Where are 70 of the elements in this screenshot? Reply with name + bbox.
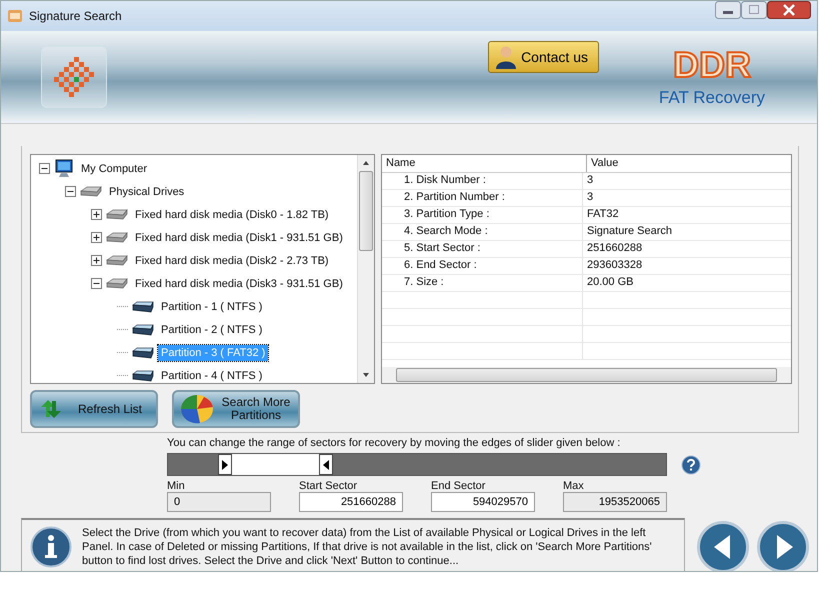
table-cell: 1. Disk Number : <box>382 173 583 189</box>
drive-icon <box>132 324 154 336</box>
expand-icon[interactable] <box>91 232 102 243</box>
close-button[interactable] <box>767 1 811 19</box>
table-cell-text: 20.00 GB <box>586 275 634 290</box>
info-icon <box>30 526 72 568</box>
table-cell-text: FAT32 <box>586 207 620 222</box>
next-button[interactable] <box>757 520 809 571</box>
window-title: Signature Search <box>29 9 123 23</box>
brand-logo-text: DDR <box>673 46 751 84</box>
checkered-logo-icon <box>54 57 94 97</box>
field-label: End Sector <box>431 480 486 492</box>
drive-icon <box>132 346 154 358</box>
hard-drive-icon <box>80 184 102 198</box>
column-header[interactable]: Name <box>382 155 587 172</box>
field-label: Min <box>167 480 186 492</box>
expand-icon[interactable] <box>91 209 102 220</box>
tree-item[interactable]: Partition - 4 ( NTFS ) <box>158 368 266 383</box>
app-icon <box>7 8 23 24</box>
hard-drive-icon <box>106 254 128 268</box>
table-cell-text: Signature Search <box>586 224 673 239</box>
product-name: FAT Recovery <box>658 88 766 108</box>
table-cell-text: 3 <box>586 190 594 205</box>
computer-icon <box>54 158 74 178</box>
sector-field[interactable]: 251660288 <box>299 492 403 512</box>
field-label: Start Sector <box>299 480 358 492</box>
drive-icon <box>132 300 154 312</box>
horizontal-scrollbar[interactable] <box>382 367 791 383</box>
tree-item[interactable]: Partition - 1 ( NTFS ) <box>158 298 266 314</box>
table-cell-text: 293603328 <box>586 258 644 273</box>
range-end-handle[interactable] <box>319 454 334 475</box>
search-more-partitions-button[interactable]: Search More Partitions <box>172 390 300 428</box>
expand-icon[interactable] <box>91 255 102 266</box>
tree-item[interactable]: Physical Drives <box>106 184 188 200</box>
help-text: Select the Drive (from which you want to recover data) from the List of available Physical or Logical Drives in the left Panel. In case of Deleted or missing Partitions, If that drive is not available in the list, click on 'Search More Partitions' button to find lost drives. Select the Drive and click 'Next' Button to continue... <box>82 526 653 568</box>
back-button[interactable] <box>697 520 749 571</box>
person-icon <box>495 45 518 69</box>
hard-drive-icon <box>106 208 128 222</box>
table-cell-text: 251660288 <box>586 241 644 256</box>
table-cell: 4. Search Mode : <box>382 224 583 240</box>
collapse-icon[interactable] <box>91 278 102 289</box>
vertical-scrollbar[interactable] <box>357 155 374 383</box>
table-cell: 7. Size : <box>382 275 583 291</box>
sector-field[interactable]: 594029570 <box>431 492 535 512</box>
tree-item[interactable]: My Computer <box>78 160 150 176</box>
tree-item[interactable]: Partition - 2 ( NTFS ) <box>158 322 266 338</box>
field-label: Max <box>563 480 585 492</box>
hard-drive-icon <box>106 276 128 290</box>
slider-instruction: You can change the range of sectors for recovery by moving the edges of slider given below : <box>167 437 622 449</box>
refresh-list-button[interactable]: Refresh List <box>30 390 158 428</box>
table-cell: 2. Partition Number : <box>382 190 583 206</box>
table-cell: 6. End Sector : <box>382 258 583 274</box>
collapse-icon[interactable] <box>65 186 76 197</box>
table-cell-text: 3 <box>586 173 594 188</box>
range-slider[interactable] <box>167 453 667 476</box>
range-start-handle[interactable] <box>218 454 232 475</box>
contact-us-button[interactable]: Contact us <box>488 41 599 73</box>
tree-item[interactable]: Fixed hard disk media (Disk1 - 931.51 GB) <box>132 230 346 246</box>
help-icon[interactable] <box>681 454 701 474</box>
tree-item[interactable]: Fixed hard disk media (Disk3 - 931.51 GB) <box>132 276 346 292</box>
pie-chart-icon <box>180 394 214 424</box>
tree-item[interactable]: Fixed hard disk media (Disk0 - 1.82 TB) <box>132 206 332 222</box>
table-cell: 5. Start Sector : <box>382 241 583 257</box>
drive-icon <box>132 370 154 382</box>
hard-drive-icon <box>106 230 128 244</box>
minimize-button[interactable] <box>715 1 741 19</box>
collapse-icon[interactable] <box>39 163 50 174</box>
table-cell: 3. Partition Type : <box>382 207 583 223</box>
column-header[interactable]: Value <box>587 155 791 172</box>
tree-item[interactable]: Fixed hard disk media (Disk2 - 2.73 TB) <box>132 252 332 268</box>
